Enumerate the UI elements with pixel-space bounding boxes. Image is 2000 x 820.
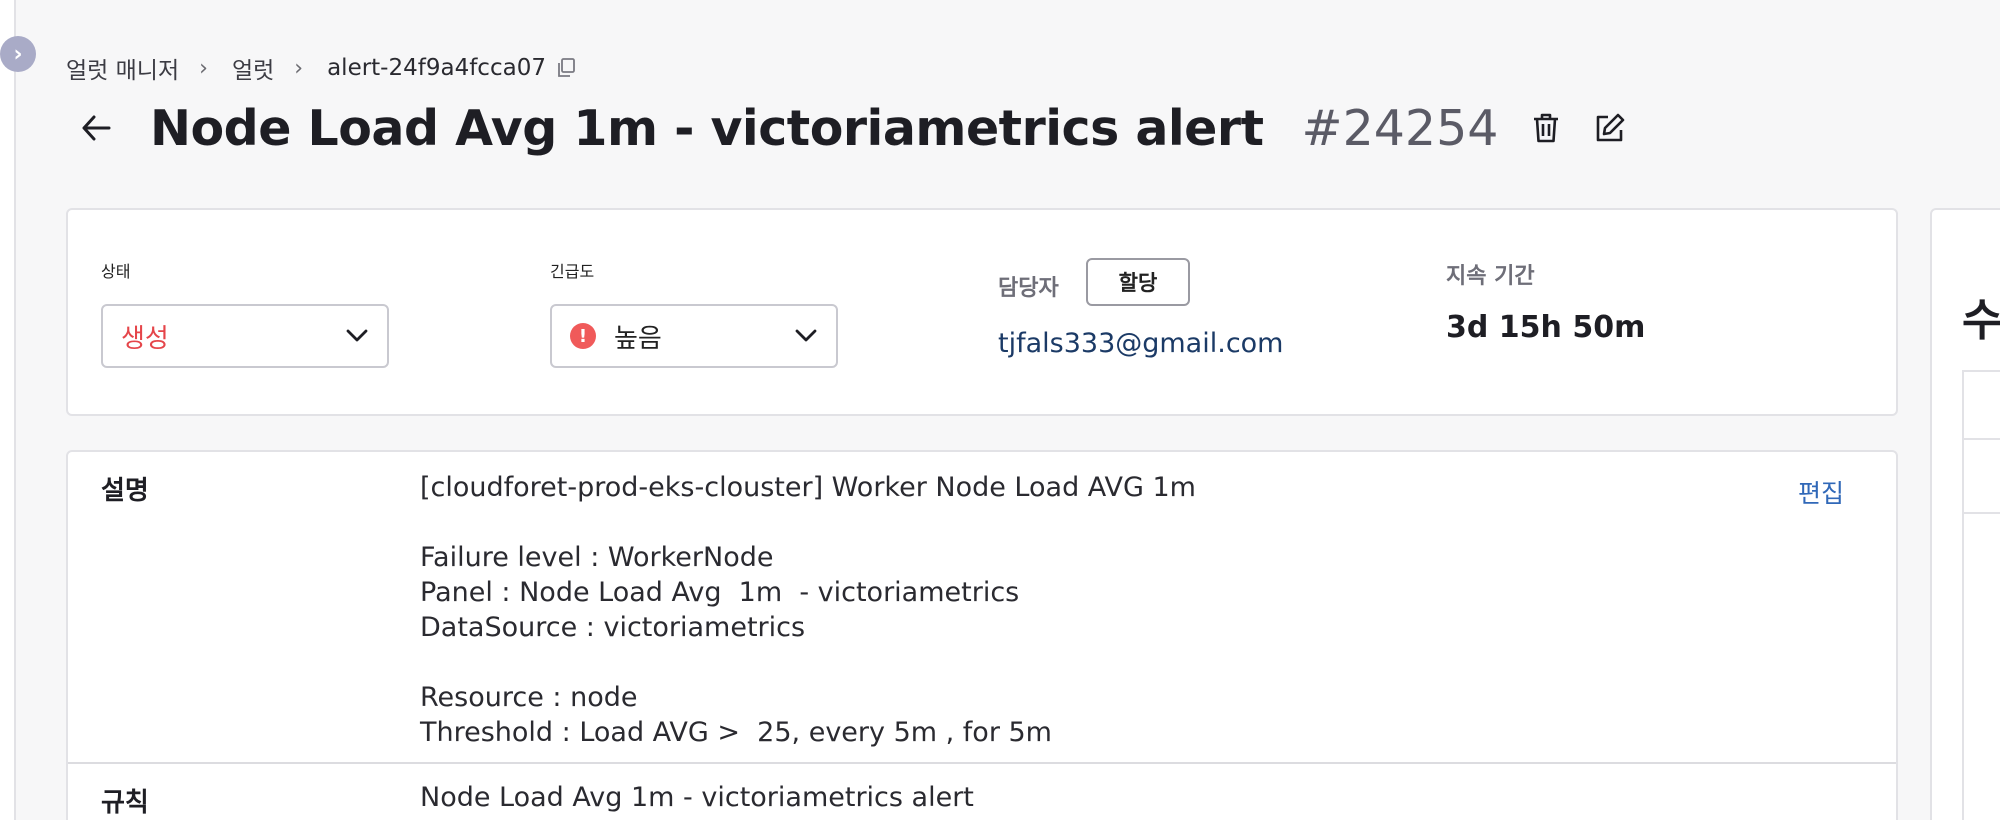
description-label: 설명 [101, 476, 149, 506]
alert-number: #24254 [1301, 99, 1499, 157]
back-button[interactable] [76, 108, 116, 148]
page-title: Node Load Avg 1m - victoriametrics alert [150, 99, 1264, 157]
urgency-field-label: 긴급도 [550, 262, 595, 281]
side-panel-table [1962, 370, 2000, 820]
chevron-right-icon: › [199, 55, 208, 81]
alert-circle-icon: ! [570, 323, 596, 349]
status-select[interactable]: 생성 [101, 304, 389, 368]
trash-icon [1534, 113, 1559, 143]
side-panel-divider [1964, 512, 2000, 514]
chevron-down-icon [345, 324, 369, 348]
copy-icon[interactable] [554, 56, 578, 80]
breadcrumb: 얼럿 매니저 › 얼럿 › alert-24f9a4fcca07 [66, 52, 578, 84]
duration-value: 3d 15h 50m [1446, 310, 1646, 345]
urgency-select[interactable]: ! 높음 [550, 304, 838, 368]
side-panel: 수 [1930, 208, 2000, 820]
delete-button[interactable] [1526, 108, 1566, 148]
urgency-value: 높음 [614, 323, 662, 354]
side-panel-divider [1964, 438, 2000, 440]
assignee-email: tjfals333@gmail.com [998, 328, 1284, 359]
edit-icon [1597, 113, 1625, 142]
breadcrumb-current-alert-id: alert-24f9a4fcca07 [327, 55, 546, 81]
assign-button[interactable]: 할당 [1086, 258, 1190, 306]
chevron-down-icon [794, 324, 818, 348]
breadcrumb-alerts[interactable]: 얼럿 [232, 51, 274, 85]
assignee-label: 담당자 [998, 276, 1059, 301]
status-field-label: 상태 [101, 262, 131, 281]
description-text: [cloudforet-prod-eks-clouster] Worker No… [420, 472, 1196, 748]
side-panel-heading: 수 [1962, 295, 2000, 346]
alert-detail-card: 설명 [cloudforet-prod-eks-clouster] Worker… [66, 450, 1898, 820]
chevron-right-icon: › [13, 41, 23, 67]
description-row: 설명 [cloudforet-prod-eks-clouster] Worker… [68, 452, 1896, 764]
breadcrumb-alert-manager[interactable]: 얼럿 매니저 [66, 51, 179, 85]
status-value: 생성 [121, 323, 169, 354]
alert-status-card: 상태 생성 긴급도 ! 높음 담당자 할당 tjfals333@gmail.co… [66, 208, 1898, 416]
edit-title-button[interactable] [1590, 108, 1630, 148]
arrow-left-icon [82, 115, 111, 141]
rule-value[interactable]: Node Load Avg 1m - victoriametrics alert [420, 782, 974, 813]
rule-label: 규칙 [101, 788, 149, 818]
title-row: Node Load Avg 1m - victoriametrics alert… [76, 98, 1630, 158]
chevron-right-icon: › [294, 55, 304, 81]
duration-label: 지속 기간 [1446, 264, 1535, 289]
edit-description-link[interactable]: 편집 [1798, 474, 1844, 510]
left-sidebar-rail [0, 0, 16, 820]
expand-sidebar-button[interactable]: › [0, 36, 36, 72]
